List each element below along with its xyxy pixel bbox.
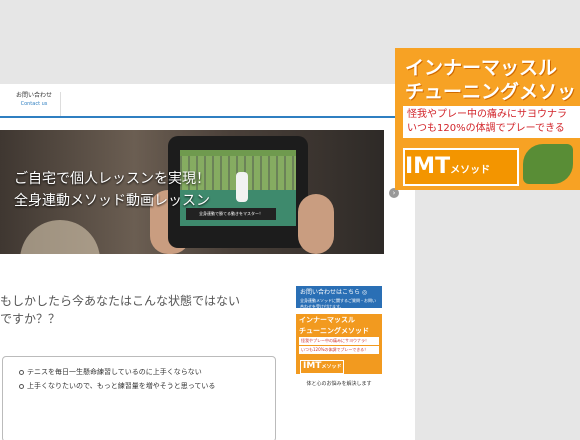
checklist-item: 上手くなりたいので、もっと練習量を増やそうと思っている xyxy=(19,379,215,393)
checklist: テニスを毎日一生懸命練習しているのに上手くならない 上手くなりたいので、もっと練… xyxy=(19,365,215,393)
banner-logo-suffix: メソッド xyxy=(450,165,491,176)
athlete-figure-image xyxy=(523,144,573,184)
hand-image-right xyxy=(298,194,334,254)
main-heading-line-1: もしかしたら今あなたはこんな状態ではない xyxy=(0,294,241,308)
banner-title: インナーマッスル チューニングメソッド xyxy=(405,56,580,104)
website-page: お問い合わせ Contact us 全身連動で勝てる動きをマスター！ ご自宅で個… xyxy=(0,84,415,440)
checklist-box: テニスを毎日一生懸命練習しているのに上手くならない 上手くなりたいので、もっと練… xyxy=(2,356,276,440)
banner-sub-2: いつも120%の体調でプレーできる xyxy=(407,123,565,134)
banner-title-2: チューニングメソッド xyxy=(405,81,580,103)
checklist-item: テニスを毎日一生懸命練習しているのに上手くならない xyxy=(19,365,215,379)
hero-line-1: ご自宅で個人レッスンを実現！ xyxy=(14,171,210,187)
imt-floating-banner[interactable]: インナーマッスル チューニングメソッド 怪我やプレー中の痛みにサヨウナラ いつも… xyxy=(395,48,580,190)
top-nav: お問い合わせ Contact us xyxy=(0,84,415,118)
sidebar-contact-title: お問い合わせはこちら ◎ xyxy=(300,289,368,296)
nav-contact-jp: お問い合わせ xyxy=(15,92,52,99)
banner-logo: IMTメソッド xyxy=(403,148,519,186)
sidebar-bottom-text: 体と心のお悩みを解決します xyxy=(306,381,372,387)
banner-title-1: インナーマッスル xyxy=(405,57,558,79)
sidebar-imt-banner[interactable]: インナーマッスル チューニングメソッド 怪我やプレー中の痛みにサヨウナラ！ いつ… xyxy=(296,314,382,374)
banner-logo-text: IMT xyxy=(405,154,451,179)
main-heading-line-2: ですか？？ xyxy=(0,312,61,326)
main-heading: もしかしたら今あなたはこんな状態ではない ですか？？ xyxy=(0,292,280,328)
hero-line-2: 全身連動メソッド動画レッスン xyxy=(14,193,210,209)
sidebar-ad-logo-suffix: メソッド xyxy=(321,364,342,370)
slider-dots xyxy=(182,244,200,254)
sidebar-ad-sub-1: 怪我やプレー中の痛みにサヨウナラ！ xyxy=(299,337,379,345)
sidebar-contact-sub: 全身連動メソッドに関するご質問・お問い合わせを受け付けます。 xyxy=(300,298,376,309)
sidebar-ad-logo-text: IMT xyxy=(303,361,322,371)
sidebar-ad-logo: IMTメソッド xyxy=(300,360,345,374)
nav-contact-link[interactable]: お問い合わせ Contact us xyxy=(8,92,61,116)
banner-subtitle: 怪我やプレー中の痛みにサヨウナラ いつも120%の体調でプレーできる xyxy=(403,106,580,138)
sidebar-ad-sub-2: いつも120%の体調でプレーできる！ xyxy=(299,346,379,354)
hero-caption: ご自宅で個人レッスンを実現！ 全身連動メソッド動画レッスン xyxy=(14,168,210,212)
sidebar-ad-title-2: チューニングメソッド xyxy=(299,327,369,335)
banner-sub-1: 怪我やプレー中の痛みにサヨウナラ xyxy=(407,109,567,120)
tennis-player xyxy=(236,172,248,202)
sidebar-contact-button[interactable]: お問い合わせはこちら ◎ 全身連動メソッドに関するご質問・お問い合わせを受け付け… xyxy=(296,286,382,309)
hero-slider[interactable]: 全身連動で勝てる動きをマスター！ ご自宅で個人レッスンを実現！ 全身連動メソッド… xyxy=(0,130,384,254)
sidebar-ad-title-1: インナーマッスル xyxy=(299,316,355,324)
nav-contact-en: Contact us xyxy=(20,101,48,107)
